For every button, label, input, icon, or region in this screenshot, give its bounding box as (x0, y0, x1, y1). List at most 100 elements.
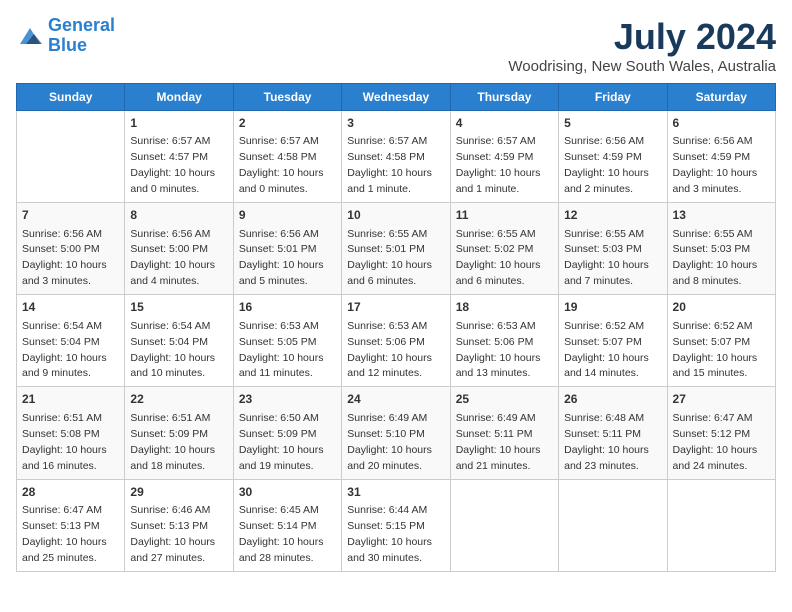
sunset-info: Sunset: 5:07 PM (564, 336, 642, 348)
sunset-info: Sunset: 5:09 PM (239, 428, 317, 440)
logo: GeneralBlue (16, 16, 115, 56)
table-row: 25 Sunrise: 6:49 AM Sunset: 5:11 PM Dayl… (450, 387, 558, 479)
sunset-info: Sunset: 5:08 PM (22, 428, 100, 440)
sunrise-info: Sunrise: 6:57 AM (347, 135, 427, 147)
sunset-info: Sunset: 5:06 PM (456, 336, 534, 348)
day-number: 4 (456, 115, 553, 132)
table-row: 13 Sunrise: 6:55 AM Sunset: 5:03 PM Dayl… (667, 203, 775, 295)
logo-text: GeneralBlue (48, 16, 115, 56)
day-number: 28 (22, 484, 119, 501)
header-thursday: Thursday (450, 84, 558, 111)
daylight-info: Daylight: 10 hours and 21 minutes. (456, 444, 541, 472)
sunset-info: Sunset: 5:06 PM (347, 336, 425, 348)
daylight-info: Daylight: 10 hours and 11 minutes. (239, 352, 324, 380)
daylight-info: Daylight: 10 hours and 30 minutes. (347, 536, 432, 564)
sunrise-info: Sunrise: 6:56 AM (22, 228, 102, 240)
day-number: 17 (347, 299, 444, 316)
daylight-info: Daylight: 10 hours and 2 minutes. (564, 167, 649, 195)
sunset-info: Sunset: 5:01 PM (347, 243, 425, 255)
sunset-info: Sunset: 5:01 PM (239, 243, 317, 255)
month-title: July 2024 (508, 16, 776, 58)
daylight-info: Daylight: 10 hours and 28 minutes. (239, 536, 324, 564)
sunset-info: Sunset: 5:07 PM (673, 336, 751, 348)
sunrise-info: Sunrise: 6:46 AM (130, 504, 210, 516)
day-number: 25 (456, 391, 553, 408)
sunset-info: Sunset: 4:59 PM (564, 151, 642, 163)
day-number: 1 (130, 115, 227, 132)
sunrise-info: Sunrise: 6:52 AM (564, 320, 644, 332)
table-row (450, 479, 558, 571)
day-number: 26 (564, 391, 661, 408)
sunrise-info: Sunrise: 6:53 AM (347, 320, 427, 332)
sunrise-info: Sunrise: 6:47 AM (673, 412, 753, 424)
day-number: 31 (347, 484, 444, 501)
table-row: 7 Sunrise: 6:56 AM Sunset: 5:00 PM Dayli… (17, 203, 125, 295)
day-number: 14 (22, 299, 119, 316)
sunrise-info: Sunrise: 6:53 AM (456, 320, 536, 332)
daylight-info: Daylight: 10 hours and 9 minutes. (22, 352, 107, 380)
sunset-info: Sunset: 5:09 PM (130, 428, 208, 440)
calendar-week-row: 7 Sunrise: 6:56 AM Sunset: 5:00 PM Dayli… (17, 203, 776, 295)
calendar-table: Sunday Monday Tuesday Wednesday Thursday… (16, 83, 776, 572)
daylight-info: Daylight: 10 hours and 27 minutes. (130, 536, 215, 564)
table-row: 15 Sunrise: 6:54 AM Sunset: 5:04 PM Dayl… (125, 295, 233, 387)
table-row: 3 Sunrise: 6:57 AM Sunset: 4:58 PM Dayli… (342, 111, 450, 203)
sunrise-info: Sunrise: 6:51 AM (22, 412, 102, 424)
daylight-info: Daylight: 10 hours and 23 minutes. (564, 444, 649, 472)
table-row: 10 Sunrise: 6:55 AM Sunset: 5:01 PM Dayl… (342, 203, 450, 295)
day-number: 29 (130, 484, 227, 501)
table-row (17, 111, 125, 203)
sunset-info: Sunset: 5:11 PM (456, 428, 533, 440)
sunset-info: Sunset: 5:11 PM (564, 428, 641, 440)
table-row (667, 479, 775, 571)
header-sunday: Sunday (17, 84, 125, 111)
sunset-info: Sunset: 5:02 PM (456, 243, 534, 255)
header-wednesday: Wednesday (342, 84, 450, 111)
sunset-info: Sunset: 5:04 PM (22, 336, 100, 348)
day-number: 10 (347, 207, 444, 224)
sunrise-info: Sunrise: 6:57 AM (130, 135, 210, 147)
table-row: 24 Sunrise: 6:49 AM Sunset: 5:10 PM Dayl… (342, 387, 450, 479)
table-row: 9 Sunrise: 6:56 AM Sunset: 5:01 PM Dayli… (233, 203, 341, 295)
sunrise-info: Sunrise: 6:55 AM (347, 228, 427, 240)
daylight-info: Daylight: 10 hours and 14 minutes. (564, 352, 649, 380)
daylight-info: Daylight: 10 hours and 0 minutes. (130, 167, 215, 195)
table-row: 29 Sunrise: 6:46 AM Sunset: 5:13 PM Dayl… (125, 479, 233, 571)
day-number: 13 (673, 207, 770, 224)
sunset-info: Sunset: 5:12 PM (673, 428, 751, 440)
day-number: 20 (673, 299, 770, 316)
day-number: 21 (22, 391, 119, 408)
day-number: 27 (673, 391, 770, 408)
daylight-info: Daylight: 10 hours and 15 minutes. (673, 352, 758, 380)
table-row: 14 Sunrise: 6:54 AM Sunset: 5:04 PM Dayl… (17, 295, 125, 387)
day-number: 2 (239, 115, 336, 132)
daylight-info: Daylight: 10 hours and 5 minutes. (239, 259, 324, 287)
sunset-info: Sunset: 5:15 PM (347, 520, 425, 532)
daylight-info: Daylight: 10 hours and 13 minutes. (456, 352, 541, 380)
table-row: 8 Sunrise: 6:56 AM Sunset: 5:00 PM Dayli… (125, 203, 233, 295)
sunset-info: Sunset: 5:00 PM (22, 243, 100, 255)
sunset-info: Sunset: 5:05 PM (239, 336, 317, 348)
table-row: 22 Sunrise: 6:51 AM Sunset: 5:09 PM Dayl… (125, 387, 233, 479)
day-number: 3 (347, 115, 444, 132)
sunrise-info: Sunrise: 6:55 AM (673, 228, 753, 240)
daylight-info: Daylight: 10 hours and 7 minutes. (564, 259, 649, 287)
daylight-info: Daylight: 10 hours and 16 minutes. (22, 444, 107, 472)
daylight-info: Daylight: 10 hours and 20 minutes. (347, 444, 432, 472)
day-number: 11 (456, 207, 553, 224)
sunset-info: Sunset: 5:14 PM (239, 520, 317, 532)
table-row: 6 Sunrise: 6:56 AM Sunset: 4:59 PM Dayli… (667, 111, 775, 203)
sunrise-info: Sunrise: 6:44 AM (347, 504, 427, 516)
day-number: 19 (564, 299, 661, 316)
day-number: 24 (347, 391, 444, 408)
sunset-info: Sunset: 4:59 PM (673, 151, 751, 163)
sunset-info: Sunset: 5:13 PM (22, 520, 100, 532)
daylight-info: Daylight: 10 hours and 3 minutes. (22, 259, 107, 287)
table-row: 27 Sunrise: 6:47 AM Sunset: 5:12 PM Dayl… (667, 387, 775, 479)
sunrise-info: Sunrise: 6:52 AM (673, 320, 753, 332)
sunrise-info: Sunrise: 6:54 AM (22, 320, 102, 332)
sunset-info: Sunset: 5:10 PM (347, 428, 425, 440)
table-row: 17 Sunrise: 6:53 AM Sunset: 5:06 PM Dayl… (342, 295, 450, 387)
daylight-info: Daylight: 10 hours and 3 minutes. (673, 167, 758, 195)
daylight-info: Daylight: 10 hours and 8 minutes. (673, 259, 758, 287)
